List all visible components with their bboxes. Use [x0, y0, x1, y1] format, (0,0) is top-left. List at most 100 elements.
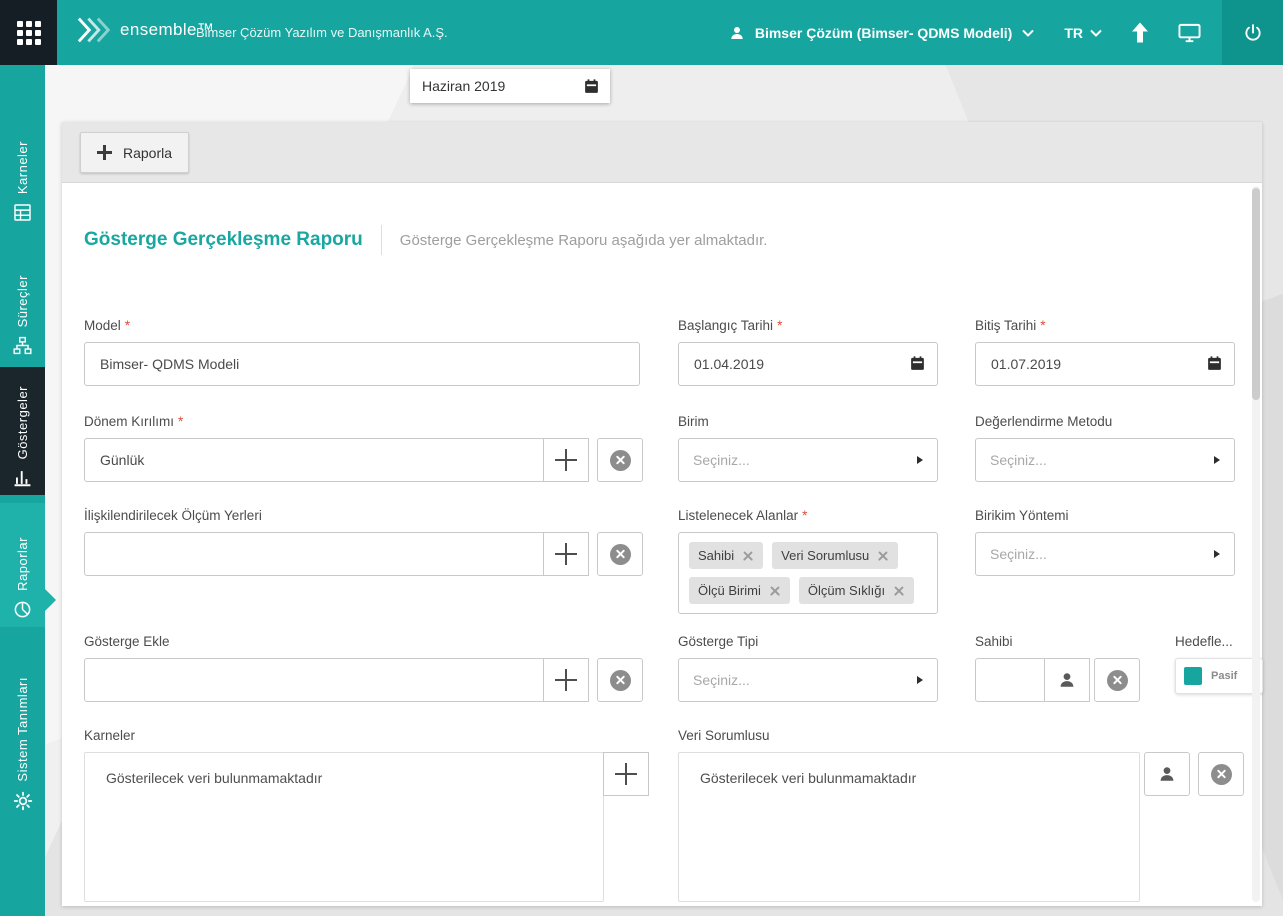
add-indicator-input[interactable] — [84, 658, 544, 702]
sidebar-item-label: Karneler — [15, 140, 30, 194]
evaluation-method-select[interactable]: Seçiniz... — [975, 438, 1235, 482]
vertical-scrollbar-thumb[interactable] — [1252, 188, 1260, 400]
period-breakdown-clear-button[interactable] — [597, 438, 643, 482]
user-menu[interactable]: Bimser Çözüm (Bimser- QDMS Modeli) — [729, 24, 1035, 41]
vertical-scrollbar-track[interactable] — [1252, 186, 1260, 902]
field-model: Model * — [84, 318, 640, 386]
evaluation-method-placeholder: Seçiniz... — [990, 452, 1047, 468]
field-start-date: Başlangıç Tarihi * — [678, 318, 938, 386]
add-indicator-label: Gösterge Ekle — [84, 634, 170, 649]
ensemble-logo[interactable]: ensemble™ — [76, 13, 214, 47]
targets-toggle[interactable]: Pasif — [1175, 658, 1263, 694]
end-date-calendar-button[interactable] — [1206, 355, 1223, 372]
data-responsible-clear-button[interactable] — [1198, 752, 1244, 796]
tag-remove-icon[interactable] — [877, 550, 889, 562]
scorecard-icon — [13, 203, 32, 222]
top-bar: ensemble™ Bimser Çözüm Yazılım ve Danışm… — [0, 0, 1283, 65]
caret-right-icon — [917, 456, 923, 464]
plus-icon — [615, 763, 637, 785]
sidebar-item-label: Raporlar — [15, 537, 30, 591]
model-input[interactable] — [84, 342, 640, 386]
measurement-locations-label: İlişkilendirilecek Ölçüm Yerleri — [84, 508, 262, 523]
targets-toggle-state: Pasif — [1211, 670, 1238, 682]
upload-button[interactable] — [1132, 22, 1148, 43]
page-subtitle: Gösterge Gerçekleşme Raporu aşağıda yer … — [399, 231, 768, 249]
user-icon — [731, 26, 743, 39]
accumulation-method-label: Birikim Yöntemi — [975, 508, 1069, 523]
plus-icon — [555, 449, 577, 471]
apps-menu-button[interactable] — [0, 0, 57, 65]
language-selector[interactable]: TR — [1064, 25, 1102, 41]
data-responsible-empty-text: Gösterilecek veri bulunmamaktadır — [700, 770, 917, 786]
tag-remove-icon[interactable] — [742, 550, 754, 562]
sidebar-item-raporlar[interactable]: Raporlar — [0, 503, 56, 627]
sidebar-item-surecler[interactable]: Süreçler — [0, 235, 45, 363]
period-breakdown-label: Dönem Kırılımı — [84, 414, 175, 429]
indicator-type-label: Gösterge Tipi — [678, 634, 759, 649]
logout-button[interactable] — [1222, 0, 1283, 65]
field-accumulation-method: Birikim Yöntemi Seçiniz... — [975, 508, 1235, 576]
person-icon — [1160, 767, 1174, 781]
main-panel: Raporla Gösterge Gerçekleşme Raporu Göst… — [62, 122, 1263, 906]
company-name: Bimser Çözüm Yazılım ve Danışmanlık A.Ş. — [196, 25, 448, 40]
add-indicator-add-button[interactable] — [543, 658, 589, 702]
tag-olcum-sikligi: Ölçüm Sıklığı — [798, 577, 915, 604]
toggle-square-icon — [1184, 667, 1202, 685]
scorecards-add-button[interactable] — [603, 752, 649, 796]
chevron-down-icon — [1090, 29, 1102, 37]
caret-right-icon — [1214, 550, 1220, 558]
data-responsible-list: Gösterilecek veri bulunmamaktadır — [678, 752, 1140, 902]
power-icon — [1244, 23, 1261, 41]
data-responsible-pick-user-button[interactable] — [1144, 752, 1190, 796]
owner-input[interactable] — [975, 658, 1045, 702]
tag-olcu-birimi: Ölçü Birimi — [689, 577, 790, 604]
clear-icon — [609, 669, 631, 691]
report-toolbar: Raporla — [62, 122, 1262, 183]
sidebar-item-gostergeler[interactable]: Göstergeler — [0, 367, 45, 495]
end-date-label: Bitiş Tarihi — [975, 318, 1037, 333]
display-button[interactable] — [1178, 23, 1201, 43]
period-breakdown-input[interactable] — [84, 438, 544, 482]
start-date-calendar-button[interactable] — [909, 355, 926, 372]
owner-pick-user-button[interactable] — [1044, 658, 1090, 702]
start-date-input[interactable] — [678, 342, 938, 386]
field-period-breakdown: Dönem Kırılımı * — [84, 414, 643, 482]
required-marker: * — [1040, 318, 1046, 333]
gear-icon — [13, 791, 33, 811]
process-icon — [13, 336, 32, 355]
indicators-icon — [13, 468, 32, 487]
language-label: TR — [1064, 24, 1083, 41]
measurement-locations-clear-button[interactable] — [597, 532, 643, 576]
add-indicator-clear-button[interactable] — [597, 658, 643, 702]
calendar-icon — [1208, 356, 1221, 370]
accumulation-method-select[interactable]: Seçiniz... — [975, 532, 1235, 576]
measurement-locations-add-button[interactable] — [543, 532, 589, 576]
listed-fields-tagbox[interactable]: Sahibi Veri Sorumlusu Ölçü Birimi Ölçüm … — [678, 532, 938, 614]
owner-clear-button[interactable] — [1094, 658, 1140, 702]
page-header: Gösterge Gerçekleşme Raporu Gösterge Ger… — [84, 218, 1202, 262]
tag-remove-icon[interactable] — [893, 585, 905, 597]
period-breakdown-add-button[interactable] — [543, 438, 589, 482]
required-marker: * — [777, 318, 783, 333]
measurement-locations-input[interactable] — [84, 532, 544, 576]
monitor-icon — [1178, 23, 1201, 42]
report-button[interactable]: Raporla — [80, 132, 190, 173]
sidebar-item-sistem-tanimlari[interactable]: Sistem Tanımları — [0, 637, 45, 819]
scorecards-empty-text: Gösterilecek veri bulunmamaktadır — [106, 770, 323, 786]
tag-sahibi: Sahibi — [689, 542, 764, 569]
end-date-input[interactable] — [975, 342, 1235, 386]
model-label: Model — [84, 318, 121, 333]
accumulation-method-placeholder: Seçiniz... — [990, 546, 1047, 562]
person-icon — [1060, 673, 1074, 687]
period-picker[interactable]: Haziran 2019 — [410, 69, 610, 103]
tag-remove-icon[interactable] — [769, 585, 781, 597]
indicator-type-select[interactable]: Seçiniz... — [678, 658, 938, 702]
chevron-down-icon — [1022, 29, 1035, 37]
sidebar-item-karneler[interactable]: Karneler — [0, 85, 45, 230]
field-indicator-type: Gösterge Tipi Seçiniz... — [678, 634, 938, 702]
clear-icon — [609, 449, 631, 471]
calendar-icon — [911, 356, 924, 370]
unit-select[interactable]: Seçiniz... — [678, 438, 938, 482]
data-responsible-label: Veri Sorumlusu — [678, 728, 770, 743]
user-menu-label: Bimser Çözüm (Bimser- QDMS Modeli) — [754, 24, 1013, 41]
